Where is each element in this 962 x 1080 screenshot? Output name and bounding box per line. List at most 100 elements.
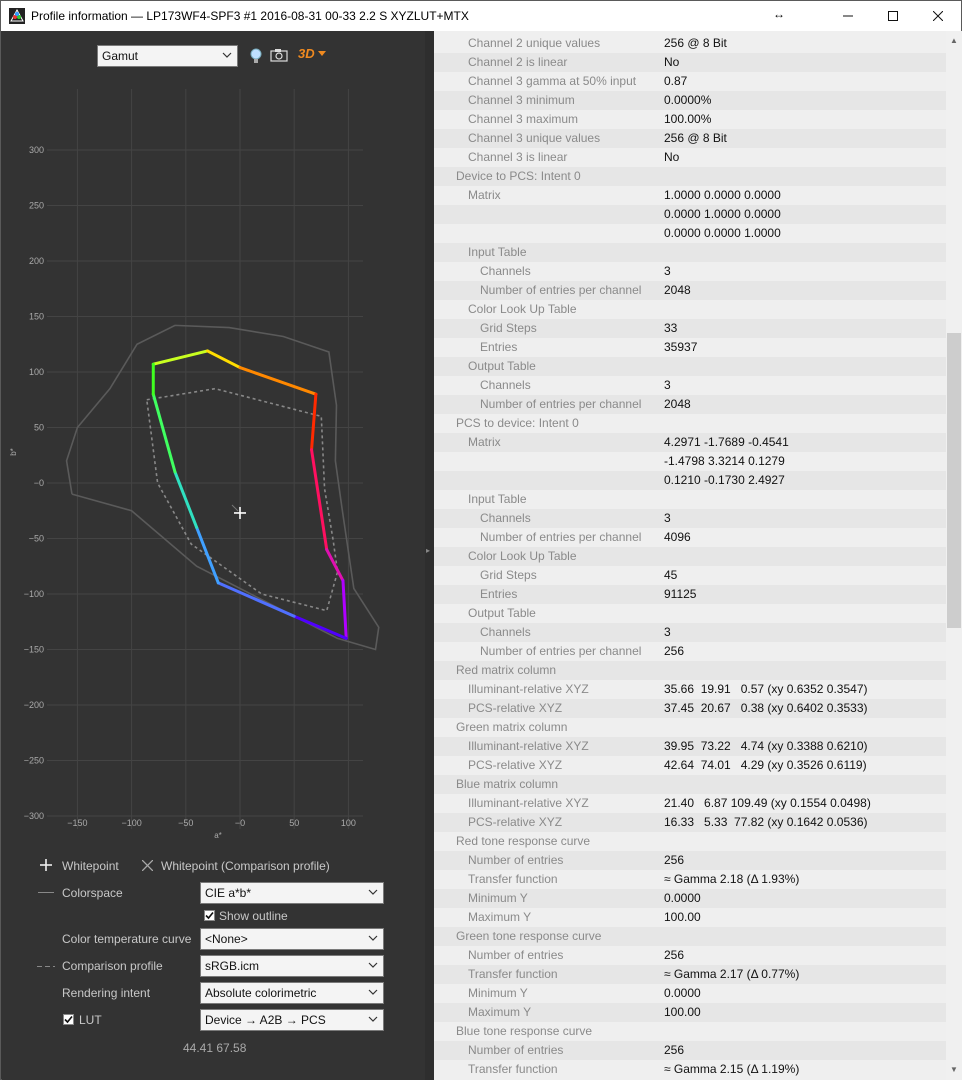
info-key: Channels	[480, 625, 531, 639]
info-row: Matrix 4.2971 -1.7689 -0.4541	[434, 433, 946, 452]
info-row: PCS-relative XYZ 37.45 20.67 0.38 (xy 0.6…	[434, 699, 946, 718]
info-key: Matrix	[468, 188, 501, 202]
info-row: Number of entries 256	[434, 851, 946, 870]
info-row: Channel 3 minimum 0.0000%	[434, 91, 946, 110]
pane-splitter[interactable]: ▸	[425, 31, 434, 1080]
info-key: Matrix	[468, 435, 501, 449]
info-value: 0.0000 1.0000 0.0000	[664, 207, 781, 221]
info-row: -1.4798 3.3214 0.1279	[434, 452, 946, 471]
info-key: Color Look Up Table	[468, 549, 577, 563]
info-row: Device to PCS: Intent 0	[434, 167, 946, 186]
info-key: Minimum Y	[468, 891, 528, 905]
cursor-readout: 44.41 67.58	[183, 1041, 247, 1055]
info-key: Transfer function	[468, 872, 558, 886]
info-value: -1.4798 3.3214 0.1279	[664, 454, 785, 468]
rendering-intent-select[interactable]: Absolute colorimetric	[200, 982, 384, 1004]
info-key: PCS-relative XYZ	[468, 758, 563, 772]
info-key: Channel 3 gamma at 50% input	[468, 74, 637, 88]
y-tick-label: 250	[29, 201, 44, 211]
scroll-up-icon[interactable]: ▲	[946, 33, 962, 49]
y-tick-label: −50	[29, 534, 44, 544]
info-row: Red matrix column	[434, 661, 946, 680]
info-value: 4096	[664, 530, 691, 544]
info-value: 33	[664, 321, 678, 335]
lightbulb-icon[interactable]	[248, 47, 264, 65]
lut-checkbox[interactable]	[63, 1014, 74, 1025]
x-tick-label: −0	[235, 818, 245, 828]
info-value: ≈ Gamma 2.15 (Δ 1.19%)	[664, 1062, 800, 1076]
comparison-dash-swatch	[37, 966, 55, 967]
resize-icon[interactable]: ↔	[773, 7, 785, 21]
title-bar[interactable]: Profile information — LP173WF4-SPF3 #1 2…	[1, 1, 961, 31]
chevron-down-icon	[368, 962, 378, 968]
info-row: PCS-relative XYZ 42.64 74.01 4.29 (xy 0.3…	[434, 756, 946, 775]
info-value: 256	[664, 948, 685, 962]
info-row: Grid Steps 45	[434, 566, 946, 585]
info-key: Maximum Y	[468, 910, 532, 924]
info-value: 45	[664, 568, 678, 582]
info-value: 39.95 73.22 4.74 (xy 0.3388 0.6210)	[664, 739, 868, 753]
vertical-scrollbar[interactable]: ▲ ▼	[946, 31, 962, 1080]
info-value: ≈ Gamma 2.17 (Δ 0.77%)	[664, 967, 800, 981]
3d-button[interactable]: 3D	[298, 46, 327, 61]
chevron-down-icon	[368, 989, 378, 995]
gamut-plot[interactable]: 300 250 200 150 100 50 −0 −50 −100 −150 −200 −250 −3…	[2, 86, 425, 856]
info-key: Number of entries per channel	[480, 397, 642, 411]
rendering-intent-label: Rendering intent	[62, 986, 151, 1000]
maximize-icon	[888, 11, 898, 21]
app-icon	[9, 8, 25, 24]
colorspace-select[interactable]: CIE a*b*	[200, 882, 384, 904]
minimize-button[interactable]	[825, 1, 871, 31]
info-row: Red tone response curve	[434, 832, 946, 851]
x-tick-label: 100	[341, 818, 356, 828]
info-key: Input Table	[468, 492, 527, 506]
lut-select[interactable]: Device → A2B → PCS	[200, 1009, 384, 1031]
color-temp-select[interactable]: <None>	[200, 928, 384, 950]
info-value: 91125	[664, 587, 697, 601]
info-key: Number of entries per channel	[480, 530, 642, 544]
info-value: 256	[664, 1043, 685, 1057]
info-key: Red tone response curve	[456, 834, 591, 848]
splitter-arrow-icon: ▸	[426, 546, 431, 555]
info-row: Blue matrix column	[434, 775, 946, 794]
info-row: Minimum Y 0.0000	[434, 984, 946, 1003]
info-row: Input Table	[434, 490, 946, 509]
info-row: Blue tone response curve	[434, 1022, 946, 1041]
y-tick-label: 300	[29, 145, 44, 155]
x-tick-label: −50	[178, 818, 193, 828]
y-tick-label: 200	[29, 256, 44, 266]
close-icon	[933, 11, 943, 21]
info-row: Channels 3	[434, 262, 946, 281]
info-value: 0.0000 0.0000 1.0000	[664, 226, 781, 240]
info-value: No	[664, 150, 680, 164]
maximize-button[interactable]	[870, 1, 916, 31]
info-value: 3	[664, 264, 671, 278]
y-tick-label: 100	[29, 367, 44, 377]
profile-info-table[interactable]: Channel 2 unique values 256 @ 8 Bit Channe…	[434, 31, 946, 1080]
info-key: Number of entries	[468, 853, 564, 867]
rendering-intent-select-value: Absolute colorimetric	[205, 986, 317, 1000]
info-key: Grid Steps	[480, 321, 537, 335]
scroll-down-icon[interactable]: ▼	[946, 1062, 962, 1078]
info-row: Minimum Y 0.0000	[434, 889, 946, 908]
show-outline-checkbox[interactable]	[204, 910, 215, 921]
scrollbar-thumb[interactable]	[947, 333, 961, 628]
info-row: PCS to device: Intent 0	[434, 414, 946, 433]
info-row: Maximum Y 100.00	[434, 908, 946, 927]
info-value: 21.40 6.87 109.49 (xy 0.1554 0.0498)	[664, 796, 871, 810]
info-row: Input Table	[434, 243, 946, 262]
info-value: 16.33 5.33 77.82 (xy 0.1642 0.0536)	[664, 815, 868, 829]
camera-icon[interactable]	[270, 48, 288, 62]
info-row: Channels 3	[434, 509, 946, 528]
info-key: Input Table	[468, 245, 527, 259]
y-tick-label: −300	[24, 811, 44, 821]
info-key: Channels	[480, 378, 531, 392]
comparison-profile-select[interactable]: sRGB.icm	[200, 955, 384, 977]
info-key: Channel 3 maximum	[468, 112, 579, 126]
view-select[interactable]: Gamut	[97, 45, 238, 67]
3d-icon: 3D	[298, 46, 315, 61]
checkmark-icon	[205, 911, 214, 920]
info-value: 256	[664, 644, 685, 658]
info-key: Number of entries	[468, 948, 564, 962]
close-button[interactable]	[915, 1, 961, 31]
